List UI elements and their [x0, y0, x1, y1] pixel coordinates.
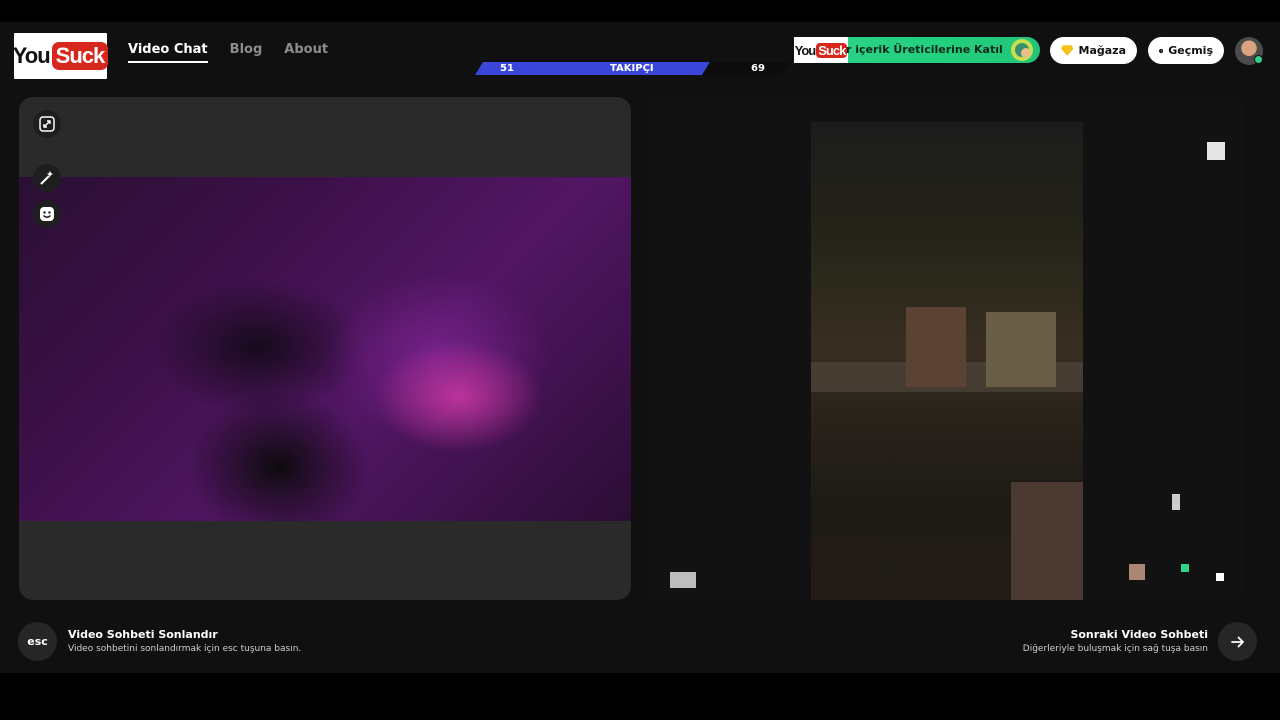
self-video-panel: [19, 97, 631, 600]
user-avatar[interactable]: [1235, 37, 1263, 65]
main-nav: Video Chat Blog About: [128, 42, 328, 63]
pixel-block: [986, 312, 1056, 387]
diamond-icon: [1061, 45, 1074, 56]
follower-label: TAKIPÇI: [610, 63, 654, 74]
next-chat-subtitle: Diğerleriyle buluşmak için sağ tuşa bası…: [1022, 644, 1208, 654]
promo-badge-icon: [1011, 39, 1033, 61]
nav-blog[interactable]: Blog: [230, 42, 263, 63]
remote-marker: [670, 572, 696, 588]
next-chat-title: Sonraki Video Sohbeti: [1070, 628, 1208, 641]
magic-wand-icon: [40, 171, 53, 185]
face-icon: [40, 207, 54, 221]
remote-corner-marker: [1207, 142, 1225, 160]
face-filter-button[interactable]: [33, 200, 61, 228]
nav-about[interactable]: About: [284, 42, 328, 63]
end-chat-subtitle: Video sohbetini sonlandırmak için esc tu…: [68, 644, 302, 654]
yousuck-logo[interactable]: You Suck: [12, 33, 109, 79]
esc-key-label: esc: [27, 635, 48, 648]
esc-key-button[interactable]: esc: [18, 622, 57, 661]
follower-bar: 51 TAKIPÇI 69: [475, 62, 790, 75]
expand-button[interactable]: [33, 110, 61, 138]
remote-marker: [1129, 564, 1145, 580]
promo-logo-suck: Suck: [816, 42, 848, 58]
remote-video-feed: [811, 122, 1083, 600]
promo-logo-you: You: [794, 42, 817, 58]
expand-icon: [39, 116, 55, 132]
pixel-block: [906, 307, 966, 387]
follower-right-count: 69: [751, 63, 765, 74]
logo-you-text: You: [12, 43, 51, 68]
history-label: Geçmiş: [1168, 44, 1213, 57]
effects-button[interactable]: [33, 164, 61, 192]
promo-logo: You Suck: [794, 37, 848, 63]
history-button[interactable]: Geçmiş: [1148, 37, 1224, 64]
self-video-feed: [19, 177, 631, 521]
remote-marker: [1181, 564, 1189, 572]
store-button[interactable]: Mağaza: [1050, 37, 1137, 64]
next-chat-button[interactable]: [1218, 622, 1257, 661]
clock-icon: [1159, 48, 1164, 53]
online-status-dot: [1254, 55, 1263, 64]
follower-left-count: 51: [500, 63, 514, 74]
logo-suck-text: Suck: [51, 42, 109, 70]
creator-promo-banner[interactable]: You Suck r içerik Üreticilerine Katıl: [794, 37, 1040, 63]
pixel-block: [1011, 482, 1083, 600]
nav-video-chat[interactable]: Video Chat: [128, 42, 208, 63]
app-window: You Suck Video Chat Blog About 51 TAKIPÇ…: [0, 22, 1280, 673]
promo-text: r içerik Üreticilerine Katıl: [846, 43, 1003, 56]
store-label: Mağaza: [1078, 44, 1127, 57]
remote-marker: [1216, 573, 1224, 581]
remote-marker: [1172, 494, 1180, 510]
remote-video-panel: [649, 97, 1243, 600]
end-chat-title: Video Sohbeti Sonlandır: [68, 628, 218, 641]
arrow-right-icon: [1230, 636, 1244, 647]
